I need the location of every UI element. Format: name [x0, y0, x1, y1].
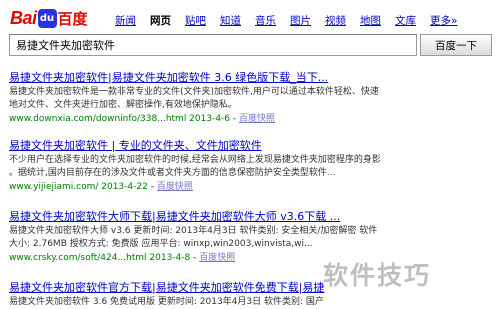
result-desc-line: 不少用户在选择专业的文件夹加密软件的时候,经常会从网络上发现易捷文件夹加密程序的…: [9, 155, 381, 165]
nav-item-video[interactable]: 视频: [325, 13, 346, 28]
result-title-link[interactable]: 易捷文件夹加密软件|易捷文件夹加密软件 3.6 绿色版下载_当下...: [9, 70, 494, 85]
watermark: 软件技巧: [323, 261, 432, 290]
result-url: www.crsky.com/soft/424...html 2013-4-8: [9, 253, 191, 263]
logo-text-baidu: 百度: [57, 9, 88, 28]
nav-item-images[interactable]: 图片: [290, 13, 311, 28]
snapshot-link[interactable]: 百度快照: [157, 182, 193, 192]
nav-item-map[interactable]: 地图: [360, 13, 381, 28]
snapshot-link[interactable]: 百度快照: [199, 253, 235, 263]
nav-item-news[interactable]: 新闻: [115, 13, 136, 28]
result-meta: www.yijiejiami.com/ 2013-4-22 - 百度快照: [9, 181, 494, 194]
paw-icon: du: [37, 8, 57, 28]
result-desc-line: 易捷文件夹加密软件大师 v3.6 更新时间: 2013年4月3日 软件类别: 安…: [9, 226, 378, 236]
result-url: www.yijiejiami.com/ 2013-4-22: [9, 182, 148, 192]
nav-item-web: 网页: [150, 15, 171, 27]
result-desc-line: 地对文件、文件夹进行加密、解密操作,有效地保护隐私。: [9, 100, 237, 110]
result-desc-line: 易捷文件夹加密软件 3.6 免费试用版 更新时间: 2013年4月3日 软件类别…: [9, 297, 324, 307]
nav-item-wenku[interactable]: 文库: [395, 13, 416, 28]
result-description: 易捷文件夹加密软件大师 v3.6 更新时间: 2013年4月3日 软件类别: 安…: [9, 225, 494, 251]
result-title-link[interactable]: 易捷文件夹加密软件 | 专业的文件夹、文件加密软件: [9, 138, 494, 153]
result-title-link[interactable]: 易捷文件夹加密软件大师下载|易捷文件夹加密软件大师 v3.6下载 ...: [9, 209, 494, 224]
result-desc-line: 。据统计,国内目前存在的涉及文件或者文件夹方面的信息保密防护安全类型软件...: [9, 168, 336, 178]
search-result: 易捷文件夹加密软件|易捷文件夹加密软件 3.6 绿色版下载_当下... 易捷文件…: [9, 70, 494, 126]
baidu-logo[interactable]: Bai du 百度: [10, 7, 88, 29]
nav-item-more[interactable]: 更多»: [430, 13, 457, 28]
result-description: 易捷文件夹加密软件 3.6 免费试用版 更新时间: 2013年4月3日 软件类别…: [9, 296, 494, 309]
top-nav: 新闻 网页 贴吧 知道 音乐 图片 视频 地图 文库 更多»: [115, 13, 457, 28]
logo-text-bai: Bai: [10, 7, 37, 28]
result-description: 易捷文件夹加密软件是一款非常专业的文件(文件夹)加密软件,用户可以通过本软件轻松…: [9, 86, 494, 112]
result-desc-line: 大小: 2.76MB 授权方式: 免费版 应用平台: winxp,win2003…: [9, 239, 313, 249]
result-description: 不少用户在选择专业的文件夹加密软件的时候,经常会从网络上发现易捷文件夹加密程序的…: [9, 154, 494, 180]
nav-item-tieba[interactable]: 贴吧: [185, 13, 206, 28]
search-input[interactable]: [9, 34, 417, 56]
result-meta: www.downxia.com/downinfo/338...html 2013…: [9, 113, 494, 126]
nav-item-music[interactable]: 音乐: [255, 13, 276, 28]
nav-item-zhidao[interactable]: 知道: [220, 13, 241, 28]
search-button[interactable]: 百度一下: [420, 34, 492, 56]
result-url: www.downxia.com/downinfo/338...html 2013…: [9, 114, 231, 124]
search-result: 易捷文件夹加密软件 | 专业的文件夹、文件加密软件 不少用户在选择专业的文件夹加…: [9, 138, 494, 194]
result-desc-line: 易捷文件夹加密软件是一款非常专业的文件(文件夹)加密软件,用户可以通过本软件轻松…: [9, 87, 379, 97]
snapshot-link[interactable]: 百度快照: [239, 114, 275, 124]
